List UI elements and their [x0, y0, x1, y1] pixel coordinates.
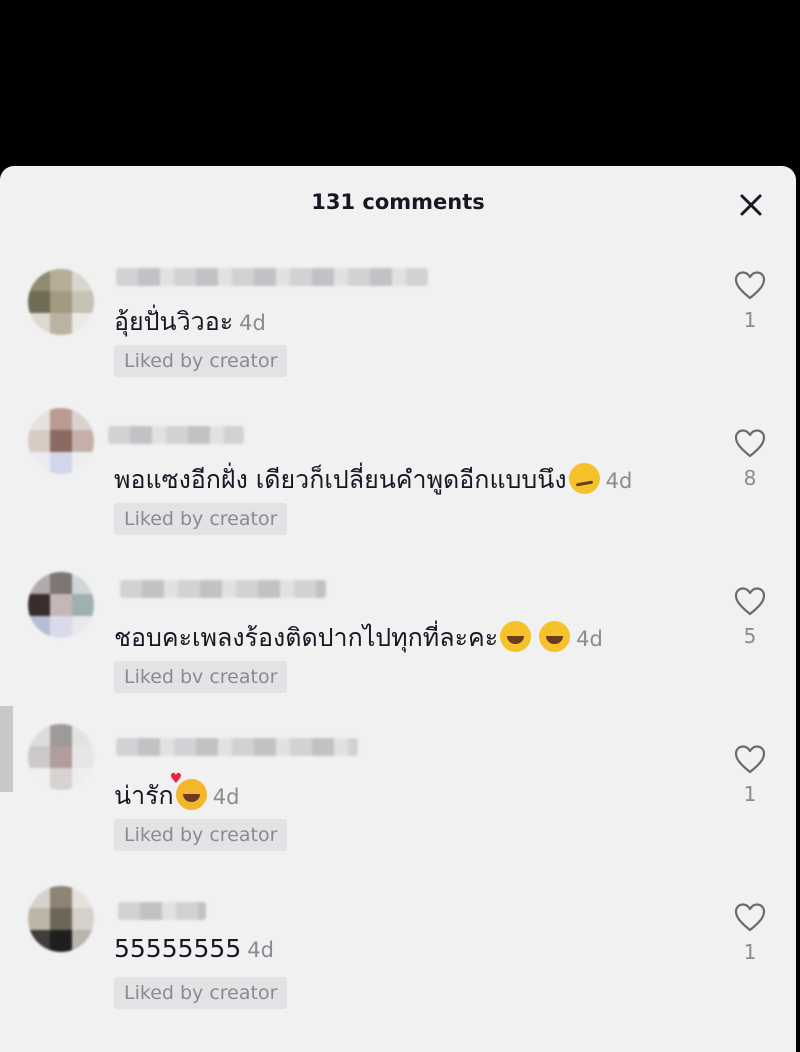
username-redacted	[118, 902, 206, 920]
liked-by-creator-badge: Liked by creator	[114, 503, 288, 535]
heart-outline-icon[interactable]	[734, 428, 766, 460]
avatar[interactable]	[28, 269, 94, 335]
liked-by-creator-badge: Liked bv creator	[114, 661, 288, 693]
liked-by-creator-badge: Liked by creator	[114, 977, 288, 1009]
grinning-face-emoji	[539, 621, 571, 652]
like-count: 1	[743, 940, 757, 964]
comment-time: 4d	[212, 785, 240, 809]
username-redacted	[108, 426, 244, 444]
heart-outline-icon[interactable]	[734, 902, 766, 934]
comment-text: 55555555 4d	[114, 934, 274, 963]
avatar[interactable]	[28, 572, 94, 638]
comment-item: พอแซงอีกฝั่ง เดียวก็เปลี่ยนคำพูดอีกแบบนึ…	[0, 408, 796, 548]
heart-outline-icon[interactable]	[734, 270, 766, 302]
like-count: 5	[743, 624, 757, 648]
avatar[interactable]	[28, 886, 94, 952]
like-count: 1	[743, 782, 757, 806]
comment-item: น่ารัก 4d Liked by creator 1	[0, 724, 796, 864]
heart-outline-icon[interactable]	[734, 744, 766, 776]
avatar[interactable]	[28, 724, 94, 790]
comment-body: พอแซงอีกฝั่ง เดียวก็เปลี่ยนคำพูดอีกแบบนึ…	[114, 465, 567, 494]
comments-sheet: 131 comments อุ้ยปั่นวิวอะ 4d Liked by cr…	[0, 166, 796, 1052]
comments-header: 131 comments	[0, 166, 796, 244]
smiling-face-with-hearts-emoji	[170, 771, 207, 810]
comment-text: น่ารัก 4d	[114, 771, 240, 816]
comment-time: 4d	[247, 938, 274, 962]
grinning-face-emoji	[500, 621, 532, 652]
username-redacted	[120, 580, 326, 598]
close-icon[interactable]	[734, 188, 768, 222]
comment-item: 55555555 4d Liked by creator 1	[0, 882, 796, 1022]
avatar[interactable]	[28, 408, 94, 474]
heart-outline-icon[interactable]	[734, 586, 766, 618]
comment-item: ชอบคะเพลงร้องติดปากไปทุกที่ละคะ 4d Liked …	[0, 566, 796, 706]
comments-count-title: 131 comments	[311, 190, 485, 214]
liked-by-creator-badge: Liked by creator	[114, 345, 288, 377]
comment-body: ชอบคะเพลงร้องติดปากไปทุกที่ละคะ	[114, 623, 499, 652]
comment-text: พอแซงอีกฝั่ง เดียวก็เปลี่ยนคำพูดอีกแบบนึ…	[114, 460, 632, 500]
smirking-face-emoji	[568, 463, 600, 494]
comment-body: 55555555	[114, 934, 242, 963]
comment-time: 4d	[239, 311, 266, 335]
username-redacted	[116, 738, 358, 756]
comment-body: อุ้ยปั่นวิวอะ	[114, 307, 234, 336]
comment-body: น่ารัก	[114, 781, 174, 810]
username-redacted	[116, 268, 428, 286]
like-count: 8	[743, 466, 757, 490]
like-count: 1	[743, 308, 757, 332]
comment-time: 4d	[576, 627, 603, 651]
comment-text: อุ้ยปั่นวิวอะ 4d	[114, 302, 266, 342]
comment-time: 4d	[605, 469, 633, 493]
liked-by-creator-badge: Liked by creator	[114, 819, 288, 851]
comment-text: ชอบคะเพลงร้องติดปากไปทุกที่ละคะ 4d	[114, 618, 603, 658]
comment-item: อุ้ยปั่นวิวอะ 4d Liked by creator 1	[0, 250, 796, 390]
